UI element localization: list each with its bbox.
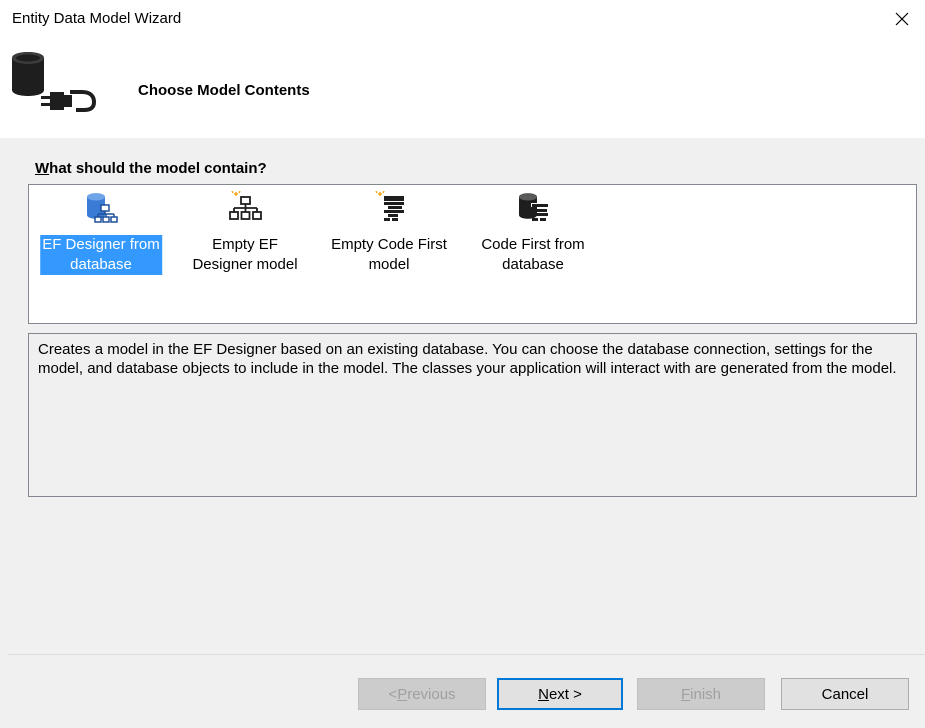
- choice-label: Empty EF Designer model: [192, 236, 298, 273]
- choice-ef-designer-from-database[interactable]: EF Designer from database: [31, 185, 171, 285]
- page-title: Choose Model Contents: [138, 82, 310, 99]
- label-text: hat should the model contain?: [49, 160, 267, 177]
- title-bar: Entity Data Model Wizard: [0, 0, 925, 38]
- choice-label: EF Designer from database: [40, 235, 162, 275]
- close-button[interactable]: [879, 0, 925, 38]
- close-icon: [895, 12, 909, 26]
- choice-label: Code First from database: [481, 236, 585, 273]
- model-contents-list[interactable]: EF Designer from database Empty EF Desig…: [28, 184, 917, 324]
- choice-empty-code-first-model[interactable]: Empty Code First model: [319, 185, 459, 285]
- empty-code-first-icon: [375, 191, 404, 221]
- window-title: Entity Data Model Wizard: [12, 10, 182, 27]
- footer-divider: [8, 654, 925, 655]
- choice-empty-ef-designer-model[interactable]: Empty EF Designer model: [175, 185, 315, 285]
- database-plug-icon: [12, 52, 97, 112]
- previous-button[interactable]: < Previous: [358, 678, 486, 710]
- choice-label: Empty Code First model: [331, 236, 447, 273]
- choice-description: Creates a model in the EF Designer based…: [28, 333, 917, 497]
- code-first-database-icon: [519, 193, 548, 221]
- label-mnemonic: W: [35, 160, 50, 177]
- empty-ef-designer-icon: [229, 191, 262, 220]
- next-button[interactable]: Next >: [497, 678, 623, 710]
- entity-data-model-wizard-dialog: Entity Data Model Wizard Choose Model Co…: [0, 0, 925, 728]
- choice-code-first-from-database[interactable]: Code First from database: [463, 185, 603, 285]
- cancel-button[interactable]: Cancel: [781, 678, 909, 710]
- finish-button[interactable]: Finish: [637, 678, 765, 710]
- wizard-header: Choose Model Contents: [0, 38, 925, 138]
- model-contents-label: What should the model contain?: [35, 160, 267, 177]
- wizard-body: What should the model contain? EF Design…: [0, 138, 925, 728]
- ef-designer-database-icon: [87, 193, 118, 223]
